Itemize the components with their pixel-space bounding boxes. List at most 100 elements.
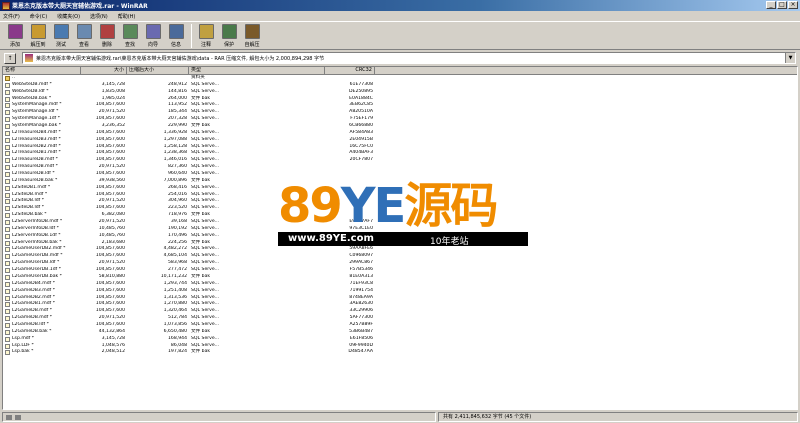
toolbar-button-3[interactable]: 查看 bbox=[73, 24, 95, 50]
menu-help[interactable]: 帮助(H) bbox=[118, 13, 136, 20]
table-row[interactable]: Lsp.LDF * 1,048,576 86,048 SQL Serve... 09F9… bbox=[3, 343, 797, 350]
table-row[interactable]: L2TreasureDB.ldf * 104,857,600 960,640 SQL … bbox=[3, 171, 797, 178]
column-crc[interactable]: CRC32 bbox=[325, 67, 375, 75]
maximize-button[interactable]: □ bbox=[777, 1, 787, 9]
toolbar-button-6[interactable]: 向导 bbox=[142, 24, 164, 50]
row-size: 104,857,600 bbox=[95, 205, 125, 211]
row-type: SQL Serve... bbox=[191, 335, 220, 341]
watermark-strip: www.89YE.com 10年老站 bbox=[278, 232, 528, 247]
table-row[interactable]: L2GameDB2.mdf * 104,857,600 1,313,536 SQL S… bbox=[3, 294, 797, 302]
minimize-button[interactable]: _ bbox=[766, 1, 776, 9]
row-type: SQL Serve... bbox=[191, 260, 220, 266]
table-row[interactable]: L2GameDB.ldf * 104,857,600 1,073,856 SQL Se… bbox=[3, 321, 797, 329]
menu-options[interactable]: 选项(N) bbox=[90, 13, 108, 20]
toolbar-button-7[interactable]: 信息 bbox=[165, 24, 187, 50]
table-row[interactable]: L2TreasureDB.mdf * 20,971,520 827,360 SQL S… bbox=[3, 164, 797, 171]
row-name: .. bbox=[12, 75, 15, 80]
view-icon bbox=[76, 24, 92, 39]
up-folder-button[interactable]: ↑ bbox=[4, 52, 16, 64]
file-icon bbox=[5, 82, 10, 88]
file-icon bbox=[5, 89, 10, 95]
menu-file[interactable]: 文件(F) bbox=[3, 13, 20, 20]
menu-favorites[interactable]: 收藏夹(O) bbox=[57, 13, 80, 20]
menu-commands[interactable]: 命令(C) bbox=[30, 13, 47, 20]
row-size: 104,857,600 bbox=[95, 301, 125, 307]
table-row[interactable]: L2TreasureDB.mdf * 104,857,600 1,346,016 SQ… bbox=[3, 157, 797, 164]
row-crc: 8748EA9A bbox=[349, 294, 373, 300]
table-row[interactable]: Lsp.bak * 2,048,512 197,824 文件 bak D48547AA bbox=[3, 349, 797, 356]
watermark-url: www.89YE.com bbox=[288, 233, 374, 244]
table-row[interactable]: L2GameDB3.mdf * 104,857,600 1,251,408 SQL S… bbox=[3, 287, 797, 295]
table-row[interactable]: SystemManage.ldf * 20,971,520 185,344 SQL S… bbox=[3, 109, 797, 116]
path-field[interactable]: 莱恩杰克版本带大厕天宫辅佑游戏.rar\莱恩杰克版本带大厕天宫辅佑游戏\data… bbox=[22, 52, 796, 64]
column-type[interactable]: 类型 bbox=[189, 67, 325, 75]
row-size: 104,857,600 bbox=[95, 150, 125, 156]
row-size: 2,048,512 bbox=[101, 349, 125, 355]
toolbar-button-4[interactable]: 删除 bbox=[96, 24, 118, 50]
toolbar-button-5[interactable]: 查找 bbox=[119, 24, 141, 50]
toolbar-button-1[interactable]: 解压到 bbox=[27, 24, 49, 50]
row-packed: 6,650,480 bbox=[163, 328, 187, 334]
row-packed: 1,238,368 bbox=[163, 150, 187, 156]
chevron-down-icon[interactable]: ▼ bbox=[785, 53, 795, 63]
table-row[interactable]: L2GameDB1.mdf * 104,857,600 1,270,880 SQL S… bbox=[3, 301, 797, 308]
table-row[interactable]: L2GameUserDB.1df * 104,857,600 277,472 SQL … bbox=[3, 267, 797, 274]
row-packed: 10,171,232 bbox=[160, 273, 187, 279]
row-type: SQL Serve... bbox=[191, 157, 220, 163]
row-packed: 1,073,856 bbox=[163, 321, 187, 327]
toolbar-label: 查找 bbox=[124, 42, 135, 48]
file-icon bbox=[5, 117, 10, 123]
file-icon bbox=[5, 144, 10, 150]
row-packed: 960,640 bbox=[168, 171, 187, 177]
status-left bbox=[2, 412, 436, 422]
row-size: 104,857,600 bbox=[95, 308, 125, 314]
table-row[interactable]: SystemManage.1df * 104,857,600 207,328 SQL … bbox=[3, 116, 797, 123]
table-row[interactable]: L2GameDB4.mdf * 104,857,600 1,293,744 SQL S… bbox=[3, 280, 797, 288]
row-packed: 277,472 bbox=[168, 267, 187, 273]
row-type: 文件 bak bbox=[191, 349, 211, 355]
row-size: 104,857,600 bbox=[95, 116, 125, 122]
table-row[interactable]: Lsp.mdf * 3,145,728 168,944 SQL Serve... E61… bbox=[3, 335, 797, 343]
toolbar-button-10[interactable]: 自解压 bbox=[241, 24, 263, 50]
row-size: 2,183,680 bbox=[101, 239, 125, 245]
table-row[interactable]: L2TreasureDB2.mdf * 104,857,600 1,258,128 S… bbox=[3, 144, 797, 151]
row-type: SQL Serve... bbox=[191, 287, 220, 293]
table-row[interactable]: SystemManage.bak * 3,236,352 229,990 文件 bak… bbox=[3, 123, 797, 130]
table-row[interactable]: L2GameUserDB.bak * 58,810,880 10,171,232 文件… bbox=[3, 273, 797, 281]
row-type: 资料夹 bbox=[191, 75, 205, 80]
row-type: SQL Serve... bbox=[191, 267, 220, 273]
table-row[interactable]: L2GameDB.mdf * 20,971,520 512,784 SQL Serve… bbox=[3, 315, 797, 322]
toolbar-button-8[interactable]: 注释 bbox=[195, 24, 217, 50]
table-row[interactable]: L2TreasureDB1.mdf * 104,857,600 1,238,368 S… bbox=[3, 150, 797, 157]
path-text: 莱恩杰克版本带大厕天宫辅佑游戏.rar\莱恩杰克版本带大厕天宫辅佑游戏\data… bbox=[36, 55, 325, 62]
table-row[interactable]: L2TreasureDB4.mdf * 104,857,600 1,336,928 S… bbox=[3, 130, 797, 137]
table-row[interactable]: WebSiteDB.ldf * 1,835,008 144,816 SQL Serve… bbox=[3, 89, 797, 96]
table-row[interactable]: WebSiteDB.mdf * 3,145,728 248,912 SQL Serve… bbox=[3, 82, 797, 89]
column-name[interactable]: 名称 bbox=[3, 67, 81, 75]
toolbar-button-2[interactable]: 测试 bbox=[50, 24, 72, 50]
table-row[interactable]: L2GameUserDB.ldf * 20,971,520 583,968 SQL S… bbox=[3, 260, 797, 267]
file-icon bbox=[5, 247, 10, 253]
toolbar: 添加 解压到 测试 查看 删除 查找 向导 信息 注释 保护 自解压 bbox=[0, 21, 800, 50]
row-packed: 1,293,744 bbox=[163, 280, 187, 286]
table-row[interactable]: SystemManage.mdf * 104,857,600 113,952 SQL … bbox=[3, 102, 797, 109]
table-row[interactable]: WebSiteDB.bak * 1,985,024 264,000 文件 bak E0A… bbox=[3, 96, 797, 103]
file-icon bbox=[5, 302, 10, 308]
row-type: 文件 bak bbox=[191, 212, 211, 218]
row-type: SQL Serve... bbox=[191, 136, 220, 142]
toolbar-button-0[interactable]: 添加 bbox=[4, 24, 26, 50]
table-row[interactable]: .. 资料夹 bbox=[3, 75, 797, 82]
table-row[interactable]: L2TreasureDB3.mdf * 104,857,600 1,297,088 S… bbox=[3, 136, 797, 144]
add-icon bbox=[7, 24, 23, 39]
table-row[interactable]: L2GameDB.bak * 44,132,864 6,650,480 文件 bak 5… bbox=[3, 328, 797, 336]
column-packed[interactable]: 压缩后大小 bbox=[127, 67, 189, 75]
row-size: 6,382,080 bbox=[101, 212, 125, 218]
table-row[interactable]: L2GameDB.mdf * 104,857,600 1,320,464 SQL Se… bbox=[3, 308, 797, 315]
toolbar-button-9[interactable]: 保护 bbox=[218, 24, 240, 50]
table-row[interactable]: L2GameUserDB.mdf * 104,857,600 4,685,104 SQ… bbox=[3, 253, 797, 260]
close-button[interactable]: × bbox=[788, 1, 798, 9]
column-size[interactable]: 大小 bbox=[81, 67, 127, 75]
info-icon bbox=[168, 24, 184, 39]
row-type: 文件 bak bbox=[191, 328, 211, 334]
row-crc: 33C29906 bbox=[349, 308, 373, 314]
